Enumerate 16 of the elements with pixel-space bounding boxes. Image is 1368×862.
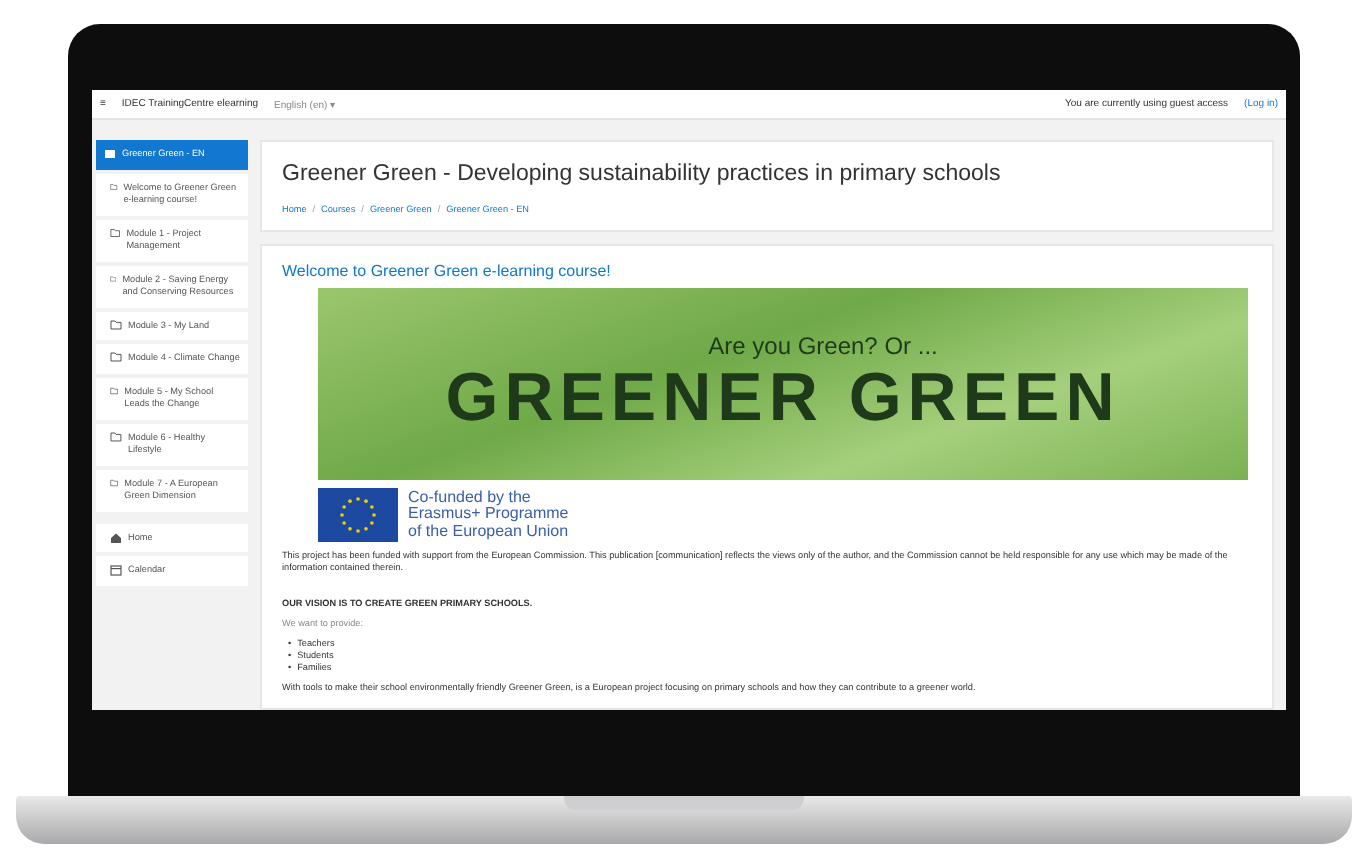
folder-icon <box>110 352 122 362</box>
calendar-icon <box>110 564 122 576</box>
folder-icon <box>110 227 121 237</box>
folder-icon <box>110 431 122 441</box>
folder-icon <box>110 181 118 191</box>
folder-icon <box>110 477 119 487</box>
eu-flag-icon <box>318 488 398 542</box>
welcome-link[interactable]: Welcome to Greener Green e-learning course! <box>282 262 1264 280</box>
folder-icon <box>110 319 122 329</box>
home-icon <box>110 531 122 543</box>
banner-title: GREENER GREEN <box>445 359 1121 437</box>
page-title: Greener Green - Developing sustainability practices in primary schools <box>282 162 1003 186</box>
folder-icon <box>110 385 119 395</box>
banner-subtitle: Are you Green? Or ... <box>708 331 938 359</box>
folder-icon <box>110 273 117 283</box>
eu-funding-text: Co-funded by the Erasmus+ Programme of the European Union <box>408 489 569 541</box>
